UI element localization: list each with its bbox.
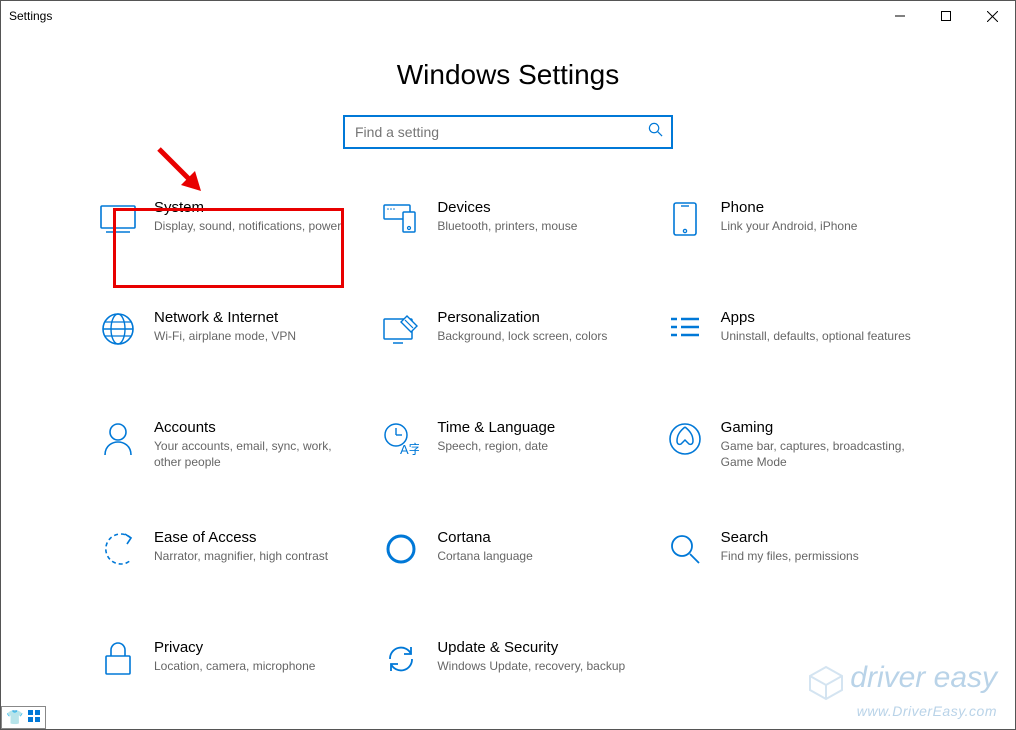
tile-subtitle: Cortana language (437, 549, 634, 565)
close-button[interactable] (969, 1, 1015, 31)
titlebar: Settings (1, 1, 1015, 31)
search-tile-icon (665, 529, 705, 569)
window-title: Settings (9, 9, 52, 23)
tile-system[interactable]: System Display, sound, notifications, po… (98, 199, 351, 259)
tile-search[interactable]: Search Find my files, permissions (665, 529, 918, 589)
tile-accounts[interactable]: Accounts Your accounts, email, sync, wor… (98, 419, 351, 479)
tile-title: System (154, 199, 351, 217)
tile-title: Phone (721, 199, 918, 217)
search-icon (648, 122, 663, 142)
page-title: Windows Settings (1, 59, 1015, 91)
taskbar-icon: 👕 (6, 709, 23, 726)
tile-title: Search (721, 529, 918, 547)
tile-privacy[interactable]: Privacy Location, camera, microphone (98, 639, 351, 699)
tile-personalization[interactable]: Personalization Background, lock screen,… (381, 309, 634, 369)
tile-phone[interactable]: Phone Link your Android, iPhone (665, 199, 918, 259)
tile-gaming[interactable]: Gaming Game bar, captures, broadcasting,… (665, 419, 918, 479)
privacy-icon (98, 639, 138, 679)
tile-title: Network & Internet (154, 309, 351, 327)
tile-subtitle: Find my files, permissions (721, 549, 918, 565)
settings-grid: System Display, sound, notifications, po… (98, 199, 918, 699)
svg-text:A字: A字 (400, 442, 419, 456)
tile-ease-of-access[interactable]: Ease of Access Narrator, magnifier, high… (98, 529, 351, 589)
search-input[interactable] (353, 123, 648, 141)
tile-subtitle: Location, camera, microphone (154, 659, 351, 675)
search-box[interactable] (343, 115, 673, 149)
cortana-icon (381, 529, 421, 569)
time-language-icon: A字 (381, 419, 421, 459)
tile-devices[interactable]: Devices Bluetooth, printers, mouse (381, 199, 634, 259)
watermark-brand: driver easy (850, 661, 997, 694)
tile-title: Gaming (721, 419, 918, 437)
tile-cortana[interactable]: Cortana Cortana language (381, 529, 634, 589)
tile-apps[interactable]: Apps Uninstall, defaults, optional featu… (665, 309, 918, 369)
devices-icon (381, 199, 421, 239)
tile-subtitle: Speech, region, date (437, 439, 634, 455)
accounts-icon (98, 419, 138, 459)
taskbar-fragment: 👕 (1, 706, 46, 729)
tile-title: Personalization (437, 309, 634, 327)
ease-of-access-icon (98, 529, 138, 569)
tile-title: Apps (721, 309, 918, 327)
content-area: Windows Settings System Display, sound, … (1, 31, 1015, 729)
system-icon (98, 199, 138, 239)
minimize-icon (895, 11, 905, 21)
watermark-url: www.DriverEasy.com (806, 703, 997, 719)
tile-subtitle: Your accounts, email, sync, work, other … (154, 439, 351, 470)
tile-title: Cortana (437, 529, 634, 547)
taskbar-icon (27, 709, 41, 726)
tile-subtitle: Windows Update, recovery, backup (437, 659, 634, 675)
gaming-icon (665, 419, 705, 459)
close-icon (987, 11, 998, 22)
update-icon (381, 639, 421, 679)
tile-title: Time & Language (437, 419, 634, 437)
tile-network[interactable]: Network & Internet Wi-Fi, airplane mode,… (98, 309, 351, 369)
tile-subtitle: Background, lock screen, colors (437, 329, 634, 345)
personalization-icon (381, 309, 421, 349)
tile-subtitle: Bluetooth, printers, mouse (437, 219, 634, 235)
tile-time-language[interactable]: A字 Time & Language Speech, region, date (381, 419, 634, 479)
apps-icon (665, 309, 705, 349)
minimize-button[interactable] (877, 1, 923, 31)
tile-title: Privacy (154, 639, 351, 657)
tile-subtitle: Display, sound, notifications, power (154, 219, 351, 235)
tile-title: Update & Security (437, 639, 634, 657)
network-icon (98, 309, 138, 349)
tile-title: Accounts (154, 419, 351, 437)
tile-title: Ease of Access (154, 529, 351, 547)
tile-subtitle: Narrator, magnifier, high contrast (154, 549, 351, 565)
window-buttons (877, 1, 1015, 31)
settings-window: Settings Windows Settings (0, 0, 1016, 730)
maximize-icon (941, 11, 951, 21)
tile-subtitle: Uninstall, defaults, optional features (721, 329, 918, 345)
phone-icon (665, 199, 705, 239)
maximize-button[interactable] (923, 1, 969, 31)
tile-update-security[interactable]: Update & Security Windows Update, recove… (381, 639, 634, 699)
tile-subtitle: Wi-Fi, airplane mode, VPN (154, 329, 351, 345)
tile-subtitle: Link your Android, iPhone (721, 219, 918, 235)
watermark: driver easy www.DriverEasy.com (806, 661, 997, 719)
tile-subtitle: Game bar, captures, broadcasting, Game M… (721, 439, 918, 470)
tile-title: Devices (437, 199, 634, 217)
